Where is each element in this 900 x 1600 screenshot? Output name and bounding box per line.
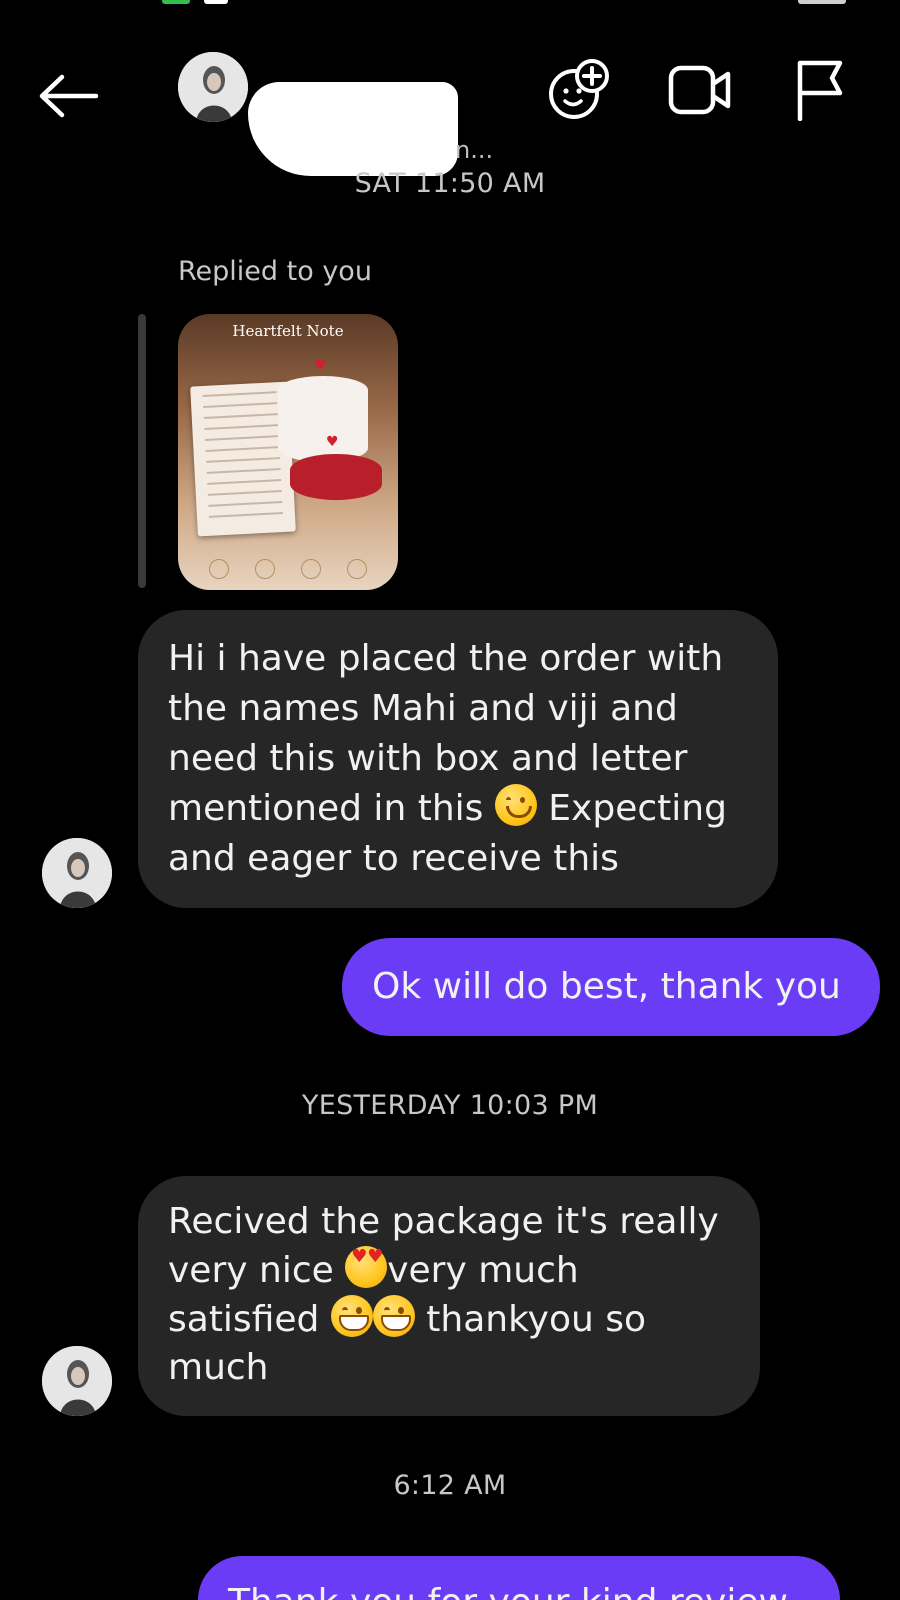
message-text: Ok will do best, thank you [372,966,841,1007]
effects-button[interactable] [544,54,614,124]
story-footer-icons [196,554,380,584]
incoming-message[interactable]: Hi i have placed the order with the name… [138,610,778,908]
message-text: very nice [168,1250,334,1291]
message-text: mentioned in this [168,788,484,829]
message-timestamp: SAT 11:50 AM [354,168,546,199]
status-indicator [162,0,190,4]
message-line: mentioned in this Expecting [168,784,748,834]
report-button[interactable] [790,56,850,124]
message-line: the names Mahi and viji and [168,688,678,729]
message-text: Expecting [548,788,727,829]
grinning-face-emoji-icon [330,1295,373,1337]
arrow-left-icon [39,74,99,118]
person-icon [178,52,248,122]
video-call-button[interactable] [664,58,736,122]
message-line: and eager to receive this [168,838,619,879]
badge-icon [209,559,229,579]
message-line: much [168,1347,269,1388]
heart-icon: ♥ [326,434,339,450]
video-camera-icon [668,65,731,115]
message-text: thankyou so [426,1299,647,1340]
back-button[interactable] [30,60,108,132]
cake-image [278,376,368,462]
message-text: satisfied [168,1299,320,1340]
redacted-name [248,82,458,176]
status-indicator [204,0,228,4]
badge-icon [301,559,321,579]
message-line: satisfied thankyou so [168,1295,730,1344]
heart-icon: ♥ [314,358,327,374]
grinning-face-emoji-icon [372,1295,415,1337]
message-timestamp: 6:12 AM [393,1470,507,1501]
message-line: very nice very much [168,1246,730,1295]
message-text: very much [387,1250,579,1291]
message-timestamp: YESTERDAY 10:03 PM [301,1090,599,1121]
cake-stand-image [290,454,382,500]
avatar[interactable] [42,838,112,908]
avatar[interactable] [42,1346,112,1416]
outgoing-message[interactable]: Thank you for your kind review [198,1556,840,1600]
outgoing-message[interactable]: Ok will do best, thank you [342,938,880,1036]
heart-eyes-emoji-icon [345,1246,388,1288]
chat-header: n... [0,40,900,176]
message-text: Thank you for your kind review [228,1578,810,1600]
message-line: need this with box and letter [168,738,688,779]
message-line: Recived the package it's really [168,1201,719,1242]
person-icon [42,838,112,908]
contact-name[interactable]: n... [455,136,493,164]
story-preview-title: Heartfelt Note [232,322,344,340]
message-line: Hi i have placed the order with [168,638,724,679]
reply-label: Replied to you [178,256,372,287]
incoming-message[interactable]: Recived the package it's really very nic… [138,1176,760,1416]
face-plus-icon [549,59,609,119]
battery-icon [798,0,846,4]
flag-icon [797,60,843,121]
badge-icon [255,559,275,579]
reply-indicator-bar [138,314,146,588]
avatar[interactable] [178,52,248,122]
story-preview[interactable]: Heartfelt Note ♥ ♥ [178,314,398,590]
smiling-face-emoji-icon [494,784,537,826]
badge-icon [347,559,367,579]
status-bar [0,0,900,10]
person-icon [42,1346,112,1416]
